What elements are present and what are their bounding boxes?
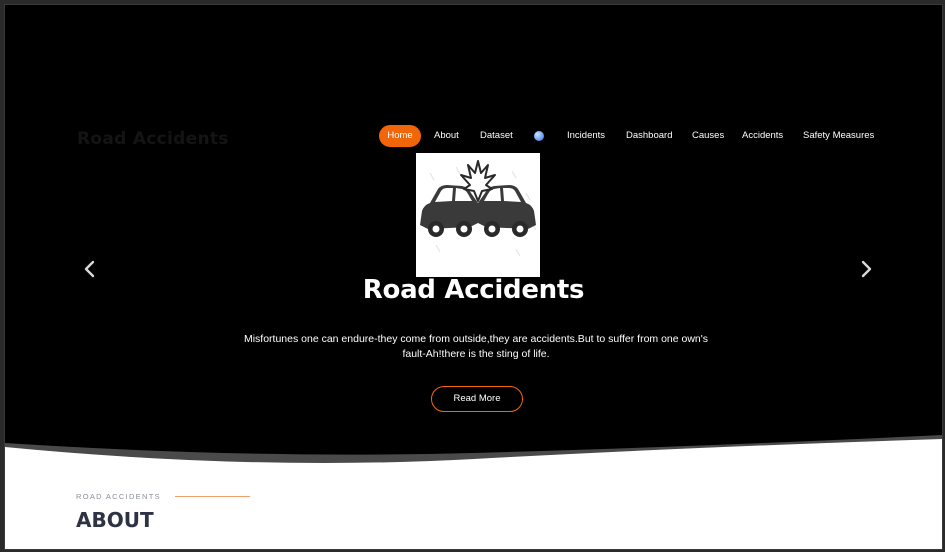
nav-item-accidents[interactable]: Accidents xyxy=(742,125,783,147)
nav-item-about[interactable]: About xyxy=(434,125,459,147)
car-crash-icon xyxy=(420,160,537,257)
hero-wave-divider xyxy=(5,435,942,473)
globe-icon[interactable] xyxy=(534,131,544,141)
read-more-button[interactable]: Read More xyxy=(431,386,523,412)
browser-viewport: Road Accidents Home About Dataset Incide… xyxy=(4,4,943,550)
nav-item-dataset[interactable]: Dataset xyxy=(480,125,513,147)
hero-image xyxy=(416,153,540,277)
site-logo[interactable]: Road Accidents xyxy=(77,129,229,149)
nav-item-incidents[interactable]: Incidents xyxy=(567,125,605,147)
eyebrow-divider xyxy=(175,496,250,497)
nav-item-safety-measures[interactable]: Safety Measures xyxy=(803,125,874,147)
nav-item-home[interactable]: Home xyxy=(379,125,421,147)
hero-description: Misfortunes one can endure-they come fro… xyxy=(243,333,709,360)
nav-item-dashboard[interactable]: Dashboard xyxy=(626,125,672,147)
hero-section: Road Accidents Home About Dataset Incide… xyxy=(5,5,942,465)
nav-item-causes[interactable]: Causes xyxy=(692,125,724,147)
hero-title: Road Accidents xyxy=(362,275,585,305)
about-eyebrow: ROAD ACCIDENTS xyxy=(76,492,161,501)
about-title: ABOUT xyxy=(76,508,154,532)
